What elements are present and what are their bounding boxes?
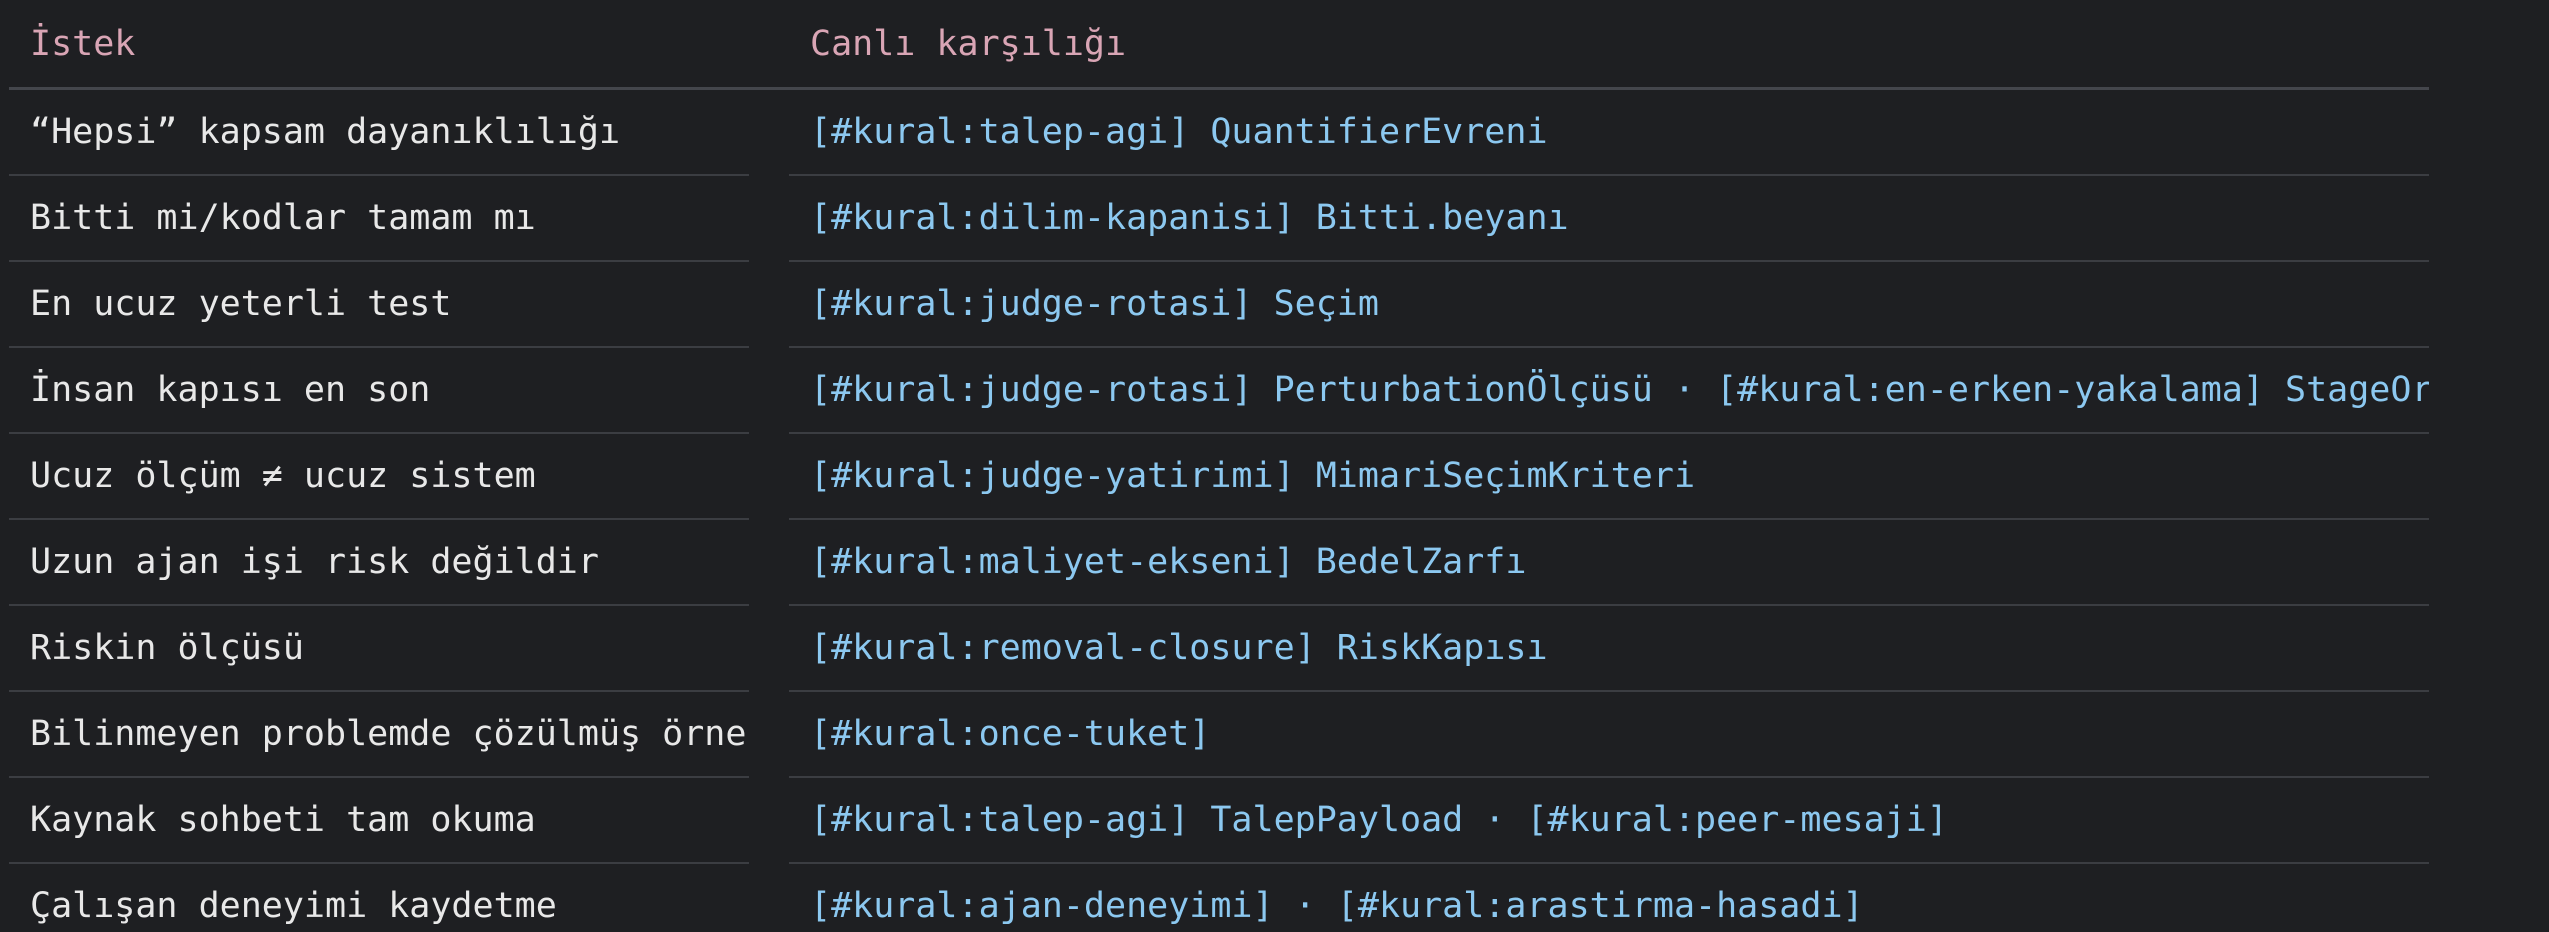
cell-karsilik: [#kural:dilim-kapanisi] Bitti.beyanı [789, 176, 2429, 262]
table-row: Bitti mi/kodlar tamam mı [#kural:dilim-k… [9, 176, 2429, 262]
table-row: “Hepsi” kapsam dayanıklılığı [#kural:tal… [9, 90, 2429, 176]
cell-istek: Kaynak sohbeti tam okuma [9, 778, 749, 864]
cell-karsilik: [#kural:judge-yatirimi] MimariSeçimKrite… [789, 434, 2429, 520]
cell-istek: Bitti mi/kodlar tamam mı [9, 176, 749, 262]
table-row: Uzun ajan işi risk değildir [#kural:mali… [9, 520, 2429, 606]
cell-karsilik: [#kural:judge-rotasi] Seçim [789, 262, 2429, 348]
mapping-table: İstek Canlı karşılığı “Hepsi” kapsam day… [9, 0, 2429, 932]
column-header-istek: İstek [9, 0, 749, 90]
cell-istek: Riskin ölçüsü [9, 606, 749, 692]
cell-istek: En ucuz yeterli test [9, 262, 749, 348]
cell-karsilik: [#kural:ajan-deneyimi] · [#kural:arastir… [789, 864, 2429, 932]
cell-istek: Bilinmeyen problemde çözülmüş örnek [9, 692, 749, 778]
cell-karsilik: [#kural:maliyet-ekseni] BedelZarfı [789, 520, 2429, 606]
column-header-label: İstek [30, 23, 136, 64]
table-row: En ucuz yeterli test [#kural:judge-rotas… [9, 262, 2429, 348]
table-row: Çalışan deneyimi kaydetme [#kural:ajan-d… [9, 864, 2429, 932]
table-row: İnsan kapısı en son [#kural:judge-rotasi… [9, 348, 2429, 434]
cell-karsilik: [#kural:talep-agi] TalepPayload · [#kura… [789, 778, 2429, 864]
cell-istek: Çalışan deneyimi kaydetme [9, 864, 749, 932]
cell-istek: “Hepsi” kapsam dayanıklılığı [9, 90, 749, 176]
table-row: Kaynak sohbeti tam okuma [#kural:talep-a… [9, 778, 2429, 864]
cell-karsilik: [#kural:judge-rotasi] PerturbationÖlçüsü… [789, 348, 2429, 434]
cell-istek: Uzun ajan işi risk değildir [9, 520, 749, 606]
cell-istek: İnsan kapısı en son [9, 348, 749, 434]
column-header-karsilik: Canlı karşılığı [789, 0, 2429, 90]
table-row: Ucuz ölçüm ≠ ucuz sistem [#kural:judge-y… [9, 434, 2429, 520]
cell-karsilik: [#kural:once-tuket] [789, 692, 2429, 778]
column-header-label: Canlı karşılığı [810, 23, 1127, 64]
cell-istek: Ucuz ölçüm ≠ ucuz sistem [9, 434, 749, 520]
cell-karsilik: [#kural:talep-agi] QuantifierEvreni [789, 90, 2429, 176]
table-header: İstek Canlı karşılığı [9, 0, 2429, 90]
table-row: Bilinmeyen problemde çözülmüş örnek [#ku… [9, 692, 2429, 778]
table-row: Riskin ölçüsü [#kural:removal-closure] R… [9, 606, 2429, 692]
cell-karsilik: [#kural:removal-closure] RiskKapısı [789, 606, 2429, 692]
